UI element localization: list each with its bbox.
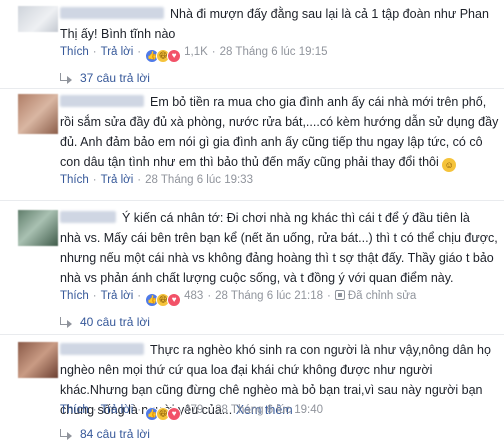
reaction-count: 1,1K [184,46,208,58]
comment-line: Ý kiến cá nhân tớ: Đi chơi nhà ng khác t… [122,211,470,225]
love-icon: ♥ [167,293,182,307]
comment-meta: Thích · Trả lời · 28 Tháng 6 lúc 19:33 [60,174,253,186]
like-link[interactable]: Thích [60,404,89,416]
divider [0,200,504,201]
reaction-count: 479 [184,404,204,416]
comment-line: khác.Nhưng bạn cũng đừng chê nghèo mà bỏ… [60,383,483,397]
avatar[interactable] [18,210,58,246]
author-name[interactable] [60,7,164,19]
comment-text: Nhà đi mượn đấy đằng sau lại là cả 1 tập… [60,4,489,44]
reaction-summary[interactable]: 👍 😆 ♥ [145,293,182,307]
love-icon: ♥ [167,49,182,63]
avatar[interactable] [18,342,58,378]
comment-line: rồi sắm sửa đầy đủ xà phòng, nước rửa bá… [60,115,499,129]
comment-line: nghèo nên mọi thứ cứ qua loa đại khái ch… [60,363,433,377]
reaction-count: 483 [184,290,204,302]
like-link[interactable]: Thích [60,174,89,186]
reply-arrow-icon [60,429,72,440]
comment-line: Em bỏ tiền ra mua cho gia đình anh ấy cá… [150,95,487,109]
comment-line: Nhà đi mượn đấy đằng sau lại là cả 1 tập… [170,7,489,21]
comment-text: Ý kiến cá nhân tớ: Đi chơi nhà ng khác t… [60,208,498,288]
reply-link[interactable]: Trả lời [101,174,134,186]
view-replies-link[interactable]: 84 câu trả lời [60,426,150,442]
edited-icon [334,290,345,300]
comment-line: Thị ấy! Bình tĩnh nào [60,27,176,41]
avatar[interactable] [18,6,58,32]
view-replies-link[interactable]: 37 câu trả lời [60,70,150,86]
comment-line: nhà vs phản ánh chất lượng cuộc sống, và… [60,271,454,285]
timestamp[interactable]: 28 Tháng 6 lúc 21:18 [215,290,323,302]
reaction-summary[interactable]: 👍 😆 ♥ [145,407,182,421]
timestamp[interactable]: 28 Tháng 6 lúc 19:15 [220,46,328,58]
replies-count: 37 câu trả lời [80,71,150,85]
comment-line: nhưng nếu một cái nhà vs không đảng hoàn… [60,251,494,265]
divider [0,334,504,335]
timestamp[interactable]: 28 Tháng 6 lúc 19:40 [215,404,323,416]
comment-meta: Thích · Trả lời · 👍 😆 ♥ 483 · 28 Tháng 6 lúc 21:1… [60,288,416,307]
timestamp[interactable]: 28 Tháng 6 lúc 19:33 [145,174,253,186]
view-replies-link[interactable]: 40 câu trả lời [60,314,150,330]
replies-count: 84 câu trả lời [80,427,150,441]
comment-meta: Thích · Trả lời · 👍 😆 ♥ 479 · 28 Tháng 6 lúc 19:4… [60,402,323,421]
love-icon: ♥ [167,407,182,421]
reply-link[interactable]: Trả lời [101,404,134,416]
divider [0,88,504,89]
like-link[interactable]: Thích [60,46,89,58]
comment-line: nhà vs. Mấy cái bên trên bạn kể (nết ăn … [60,231,498,245]
comment-line: con dâu tận tình như em thì bảo thủ đến … [60,155,439,169]
comment-line: đủ. Anh đảm bảo em nói gì gia đình anh ấ… [60,135,483,149]
comment-line: Thực ra nghèo khó sinh ra con người là n… [150,343,491,357]
like-link[interactable]: Thích [60,290,89,302]
reply-arrow-icon [60,317,72,328]
edited-label[interactable]: Đã chỉnh sửa [348,290,416,302]
author-name[interactable] [60,343,144,355]
reaction-summary[interactable]: 👍 😆 ♥ [145,49,182,63]
comment-text: Em bỏ tiền ra mua cho gia đình anh ấy cá… [60,92,498,172]
reply-link[interactable]: Trả lời [101,290,134,302]
reply-arrow-icon [60,73,72,84]
reply-link[interactable]: Trả lời [101,46,134,58]
comment-meta: Thích · Trả lời · 👍 😆 ♥ 1,1K · 28 Tháng 6 lúc 19:… [60,44,328,63]
author-name[interactable] [60,211,116,223]
author-name[interactable] [60,95,144,107]
avatar[interactable] [18,94,58,134]
comment-feed: Nhà đi mượn đấy đằng sau lại là cả 1 tập… [0,0,504,443]
smiley-emoji-icon: ☺ [442,158,457,172]
replies-count: 40 câu trả lời [80,315,150,329]
